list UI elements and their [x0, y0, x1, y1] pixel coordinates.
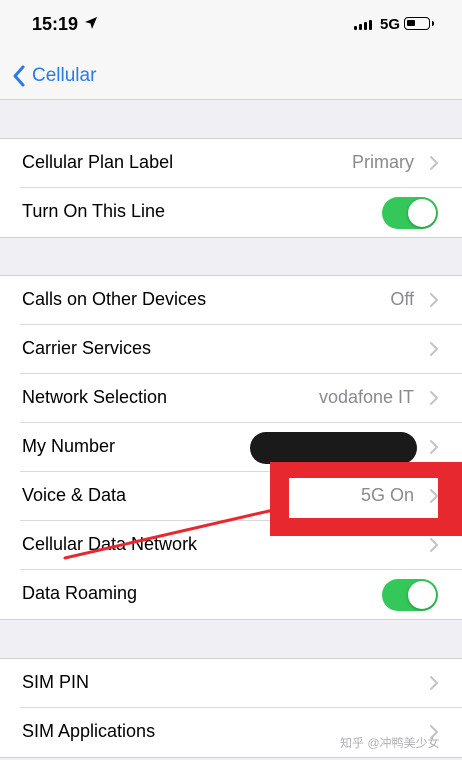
row-label: Carrier Services	[22, 338, 152, 358]
row-value: vodafone IT	[318, 387, 414, 407]
back-button[interactable]: Cellular	[12, 62, 96, 90]
chevron-right-icon	[430, 676, 438, 690]
row-turn-on-this-line: Turn On This Line	[0, 188, 462, 237]
row-network-selection[interactable]: Network Selection vodafone IT	[0, 374, 462, 423]
status-time: 15:19	[32, 14, 79, 34]
chevron-right-icon	[430, 293, 438, 307]
location-arrow-icon	[85, 17, 97, 29]
redaction-mark	[250, 432, 417, 464]
turn-on-line-toggle[interactable]	[382, 197, 438, 229]
row-value: Primary	[352, 152, 414, 172]
watermark: 知乎 @冲鸭美少女	[340, 736, 440, 750]
network-type: 5G	[380, 16, 401, 33]
chevron-right-icon	[430, 538, 438, 552]
back-label: Cellular	[32, 65, 97, 86]
status-bar: 15:19 5G	[0, 0, 462, 52]
row-cellular-plan-label[interactable]: Cellular Plan Label Primary	[0, 139, 462, 188]
row-cellular-data-network[interactable]: Cellular Data Network	[0, 521, 462, 570]
settings-group-plan: Cellular Plan Label Primary Turn On This…	[0, 138, 462, 238]
row-label: Network Selection	[22, 387, 168, 407]
chevron-right-icon	[430, 156, 438, 170]
row-carrier-services[interactable]: Carrier Services	[0, 325, 462, 374]
row-calls-on-other-devices[interactable]: Calls on Other Devices Off	[0, 276, 462, 325]
row-label: Cellular Data Network	[22, 534, 198, 554]
row-label: My Number	[22, 436, 116, 456]
navigation-bar: Cellular	[0, 52, 462, 100]
chevron-right-icon	[430, 391, 438, 405]
data-roaming-toggle[interactable]	[382, 579, 438, 611]
chevron-left-icon	[13, 65, 25, 87]
row-label: Voice & Data	[22, 485, 127, 505]
row-label: Calls on Other Devices	[22, 289, 207, 309]
row-label: Turn On This Line	[22, 201, 166, 221]
row-data-roaming: Data Roaming	[0, 570, 462, 619]
chevron-right-icon	[430, 489, 438, 503]
row-label: Data Roaming	[22, 583, 138, 603]
row-voice-and-data[interactable]: Voice & Data 5G On	[0, 472, 462, 521]
chevron-right-icon	[430, 342, 438, 356]
row-sim-pin[interactable]: SIM PIN	[0, 659, 462, 708]
chevron-right-icon	[430, 440, 438, 454]
row-label: SIM PIN	[22, 672, 90, 692]
row-value: Off	[390, 289, 414, 309]
row-value: 5G On	[360, 485, 414, 505]
battery-icon	[404, 17, 434, 30]
row-label: Cellular Plan Label	[22, 152, 174, 172]
row-label: SIM Applications	[22, 721, 156, 741]
